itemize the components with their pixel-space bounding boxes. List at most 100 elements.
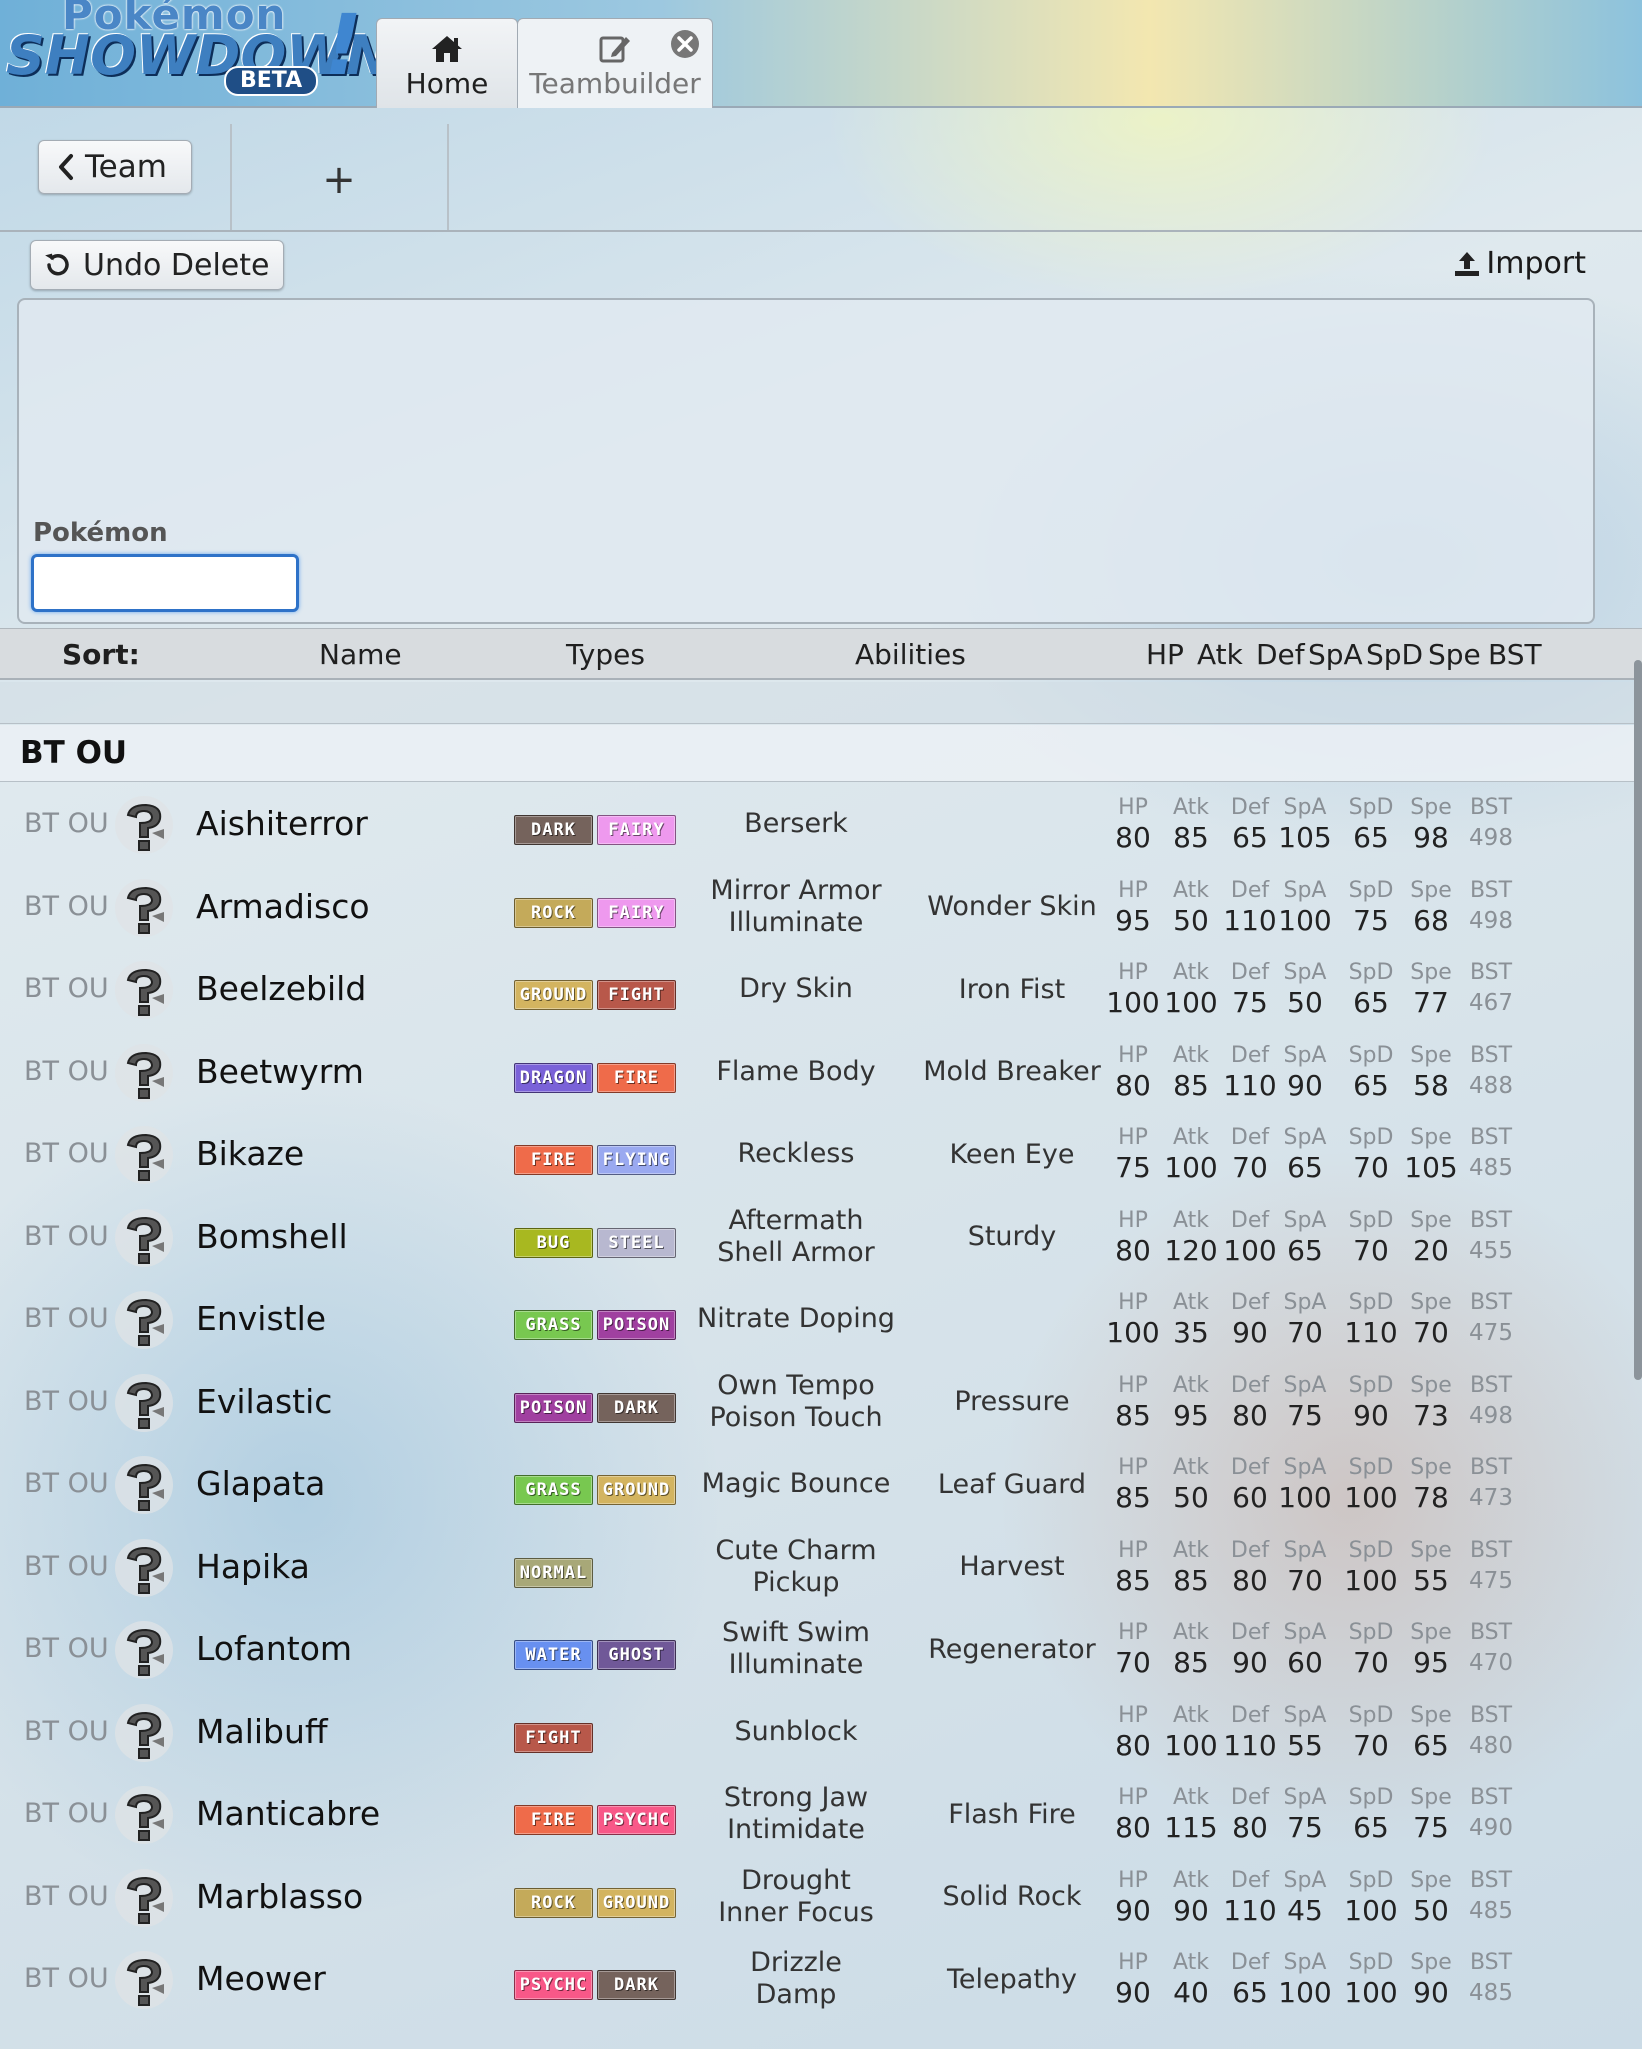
pokemon-row[interactable]: BT OU Aishiterror DARK FAIRY Berserk HP 80 Atk 8… <box>0 783 1642 866</box>
stat-label: Def <box>1230 1207 1270 1233</box>
stat-label: BST <box>1469 1620 1513 1645</box>
sort-abilities[interactable]: Abilities <box>855 638 966 671</box>
sort-bst[interactable]: BST <box>1488 638 1542 671</box>
stat-spe: Spe 78 <box>1401 1455 1461 1515</box>
ability-text: Dry Skin <box>739 973 853 1004</box>
stat-value: 485 <box>1469 1155 1513 1181</box>
stat-bst: BST 470 <box>1461 1620 1521 1680</box>
stat-spd: SpD 100 <box>1341 1950 1401 2010</box>
pokemon-abilities: Strong Jaw Intimidate <box>686 1773 906 1855</box>
pokemon-search-input[interactable] <box>31 554 299 612</box>
sort-types[interactable]: Types <box>566 638 645 671</box>
stat-label: BST <box>1469 1372 1513 1398</box>
stat-def: Def 70 <box>1220 1125 1280 1185</box>
undo-icon <box>45 253 69 276</box>
sort-label: Sort: <box>62 638 140 671</box>
stat-spd: SpD 70 <box>1341 1703 1401 1763</box>
tab-home[interactable]: Home <box>376 18 518 108</box>
pokemon-row[interactable]: BT OU Glapata GRASS GROUND Magic Bounce Leaf … <box>0 1443 1642 1526</box>
sort-name[interactable]: Name <box>319 638 402 671</box>
beta-badge: BETA <box>224 66 319 96</box>
pokemon-row[interactable]: BT OU Malibuff FIGHT Sunblock HP 80 Atk 100 Def 1… <box>0 1691 1642 1774</box>
sort-spa[interactable]: SpA <box>1308 638 1363 671</box>
sort-atk[interactable]: Atk <box>1197 638 1243 671</box>
stat-bst: BST 498 <box>1461 1373 1521 1433</box>
pokemon-row[interactable]: BT OU Manticabre FIRE PSYCHC Strong Jaw Intim… <box>0 1773 1642 1856</box>
pokemon-name: Malibuff <box>196 1711 328 1751</box>
stat-value: 490 <box>1469 1815 1513 1841</box>
pokemon-name: Bikaze <box>196 1134 305 1173</box>
pokemon-types: WATER GHOST <box>514 1640 676 1670</box>
stat-label: SpD <box>1348 1042 1394 1068</box>
close-icon[interactable] <box>670 29 700 59</box>
stat-label: Def <box>1230 960 1270 985</box>
pokemon-hidden-ability: Mold Breaker <box>923 1056 1101 1087</box>
stat-value: 455 <box>1469 1237 1513 1264</box>
list-scrollbar[interactable] <box>1634 660 1642 1380</box>
stat-label: BST <box>1469 877 1513 903</box>
stat-label: BST <box>1469 1042 1513 1068</box>
pokemon-row[interactable]: BT OU Meower PSYCHC DARK Drizzle Damp Telepath… <box>0 1938 1642 2021</box>
pokemon-row[interactable]: BT OU Hapika NORMAL Cute Charm Pickup Harvest… <box>0 1526 1642 1609</box>
pokemon-row[interactable]: BT OU Envistle GRASS POISON Nitrate Doping HP… <box>0 1278 1642 1361</box>
missingno-sprite-icon <box>115 1126 173 1184</box>
back-to-team-button[interactable]: Team <box>38 140 192 194</box>
stat-value: 110 <box>1223 1068 1277 1102</box>
stat-value: 95 <box>1413 1646 1449 1679</box>
pokemon-row[interactable]: BT OU Beelzebild GROUND FIGHT Dry Skin Iron F… <box>0 948 1642 1031</box>
stat-value: 110 <box>1223 1728 1277 1762</box>
pokemon-row[interactable]: BT OU Lofantom WATER GHOST Swift Swim Illumin… <box>0 1608 1642 1691</box>
stat-value: 68 <box>1413 903 1449 937</box>
stat-value: 80 <box>1115 821 1151 854</box>
pokemon-tier: BT OU <box>24 1220 109 1252</box>
pokemon-row[interactable]: BT OU Armadisco ROCK FAIRY Mirror Armor Illum… <box>0 866 1642 949</box>
pokemon-name: Bomshell <box>196 1216 348 1256</box>
pokemon-row[interactable]: BT OU Beetwyrm DRAGON FIRE Flame Body Mold Br… <box>0 1031 1642 1114</box>
stat-hp: HP 85 <box>1103 1455 1163 1515</box>
stat-spa: SpA 75 <box>1275 1373 1335 1433</box>
ability-text: Mirror Armor <box>710 874 882 906</box>
stat-def: Def 80 <box>1220 1538 1280 1598</box>
pokemon-tier: BT OU <box>24 1303 109 1334</box>
stat-label: Def <box>1230 1537 1270 1563</box>
missingno-sprite-icon <box>115 796 173 854</box>
pokemon-row[interactable]: BT OU Bikaze FIRE FLYING Reckless Keen Eye HP 7… <box>0 1113 1642 1196</box>
tab-teambuilder[interactable]: Teambuilder <box>517 18 713 108</box>
sort-hp[interactable]: HP <box>1146 638 1184 671</box>
missingno-sprite-icon <box>115 1538 173 1597</box>
stat-atk: Atk 100 <box>1161 1703 1221 1763</box>
showdown-logo[interactable]: Pokémon SHOWDOWN BETA ! <box>6 0 391 100</box>
undo-delete-button[interactable]: Undo Delete <box>30 240 284 290</box>
pokemon-tier: BT OU <box>24 1055 109 1087</box>
pokemon-name: Aishiterror <box>196 804 368 843</box>
stat-value: 80 <box>1232 1398 1268 1432</box>
stat-value: 105 <box>1278 821 1332 854</box>
pokemon-row[interactable]: BT OU Marblasso ROCK GROUND Drought Inner Foc… <box>0 1856 1642 1939</box>
pokemon-hidden-ability: Telepathy <box>947 1963 1077 1995</box>
add-pokemon-button[interactable]: + <box>232 150 446 210</box>
pokemon-tier: BT OU <box>24 1550 109 1582</box>
stat-label: Def <box>1230 877 1270 903</box>
stat-atk: Atk 35 <box>1161 1290 1221 1350</box>
sort-spe[interactable]: Spe <box>1428 638 1481 671</box>
stat-spd: SpD 110 <box>1341 1290 1401 1350</box>
stat-value: 100 <box>1106 986 1160 1019</box>
stat-value: 467 <box>1469 990 1513 1016</box>
stat-bst: BST 485 <box>1461 1125 1521 1185</box>
stat-value: 105 <box>1404 1151 1458 1184</box>
stat-hp: HP 80 <box>1103 795 1163 855</box>
top-header: Pokémon SHOWDOWN BETA ! Home Teambuilder <box>0 0 1642 108</box>
sort-spd[interactable]: SpD <box>1366 638 1423 671</box>
stat-label: SpD <box>1348 1537 1394 1563</box>
stat-value: 100 <box>1278 903 1332 937</box>
stat-value: 100 <box>1106 1316 1160 1349</box>
stat-label: Spe <box>1410 1207 1452 1233</box>
pokemon-tier: BT OU <box>24 1633 109 1664</box>
pokemon-row[interactable]: BT OU Bomshell BUG STEEL Aftermath Shell Armo… <box>0 1196 1642 1279</box>
pokemon-row[interactable]: BT OU Evilastic POISON DARK Own Tempo Poison … <box>0 1361 1642 1444</box>
stat-spa: SpA 90 <box>1275 1043 1335 1103</box>
stat-def: Def 110 <box>1220 1703 1280 1763</box>
import-button[interactable]: Import <box>1452 246 1586 281</box>
stat-value: 80 <box>1115 1068 1151 1102</box>
sort-def[interactable]: Def <box>1256 638 1305 671</box>
